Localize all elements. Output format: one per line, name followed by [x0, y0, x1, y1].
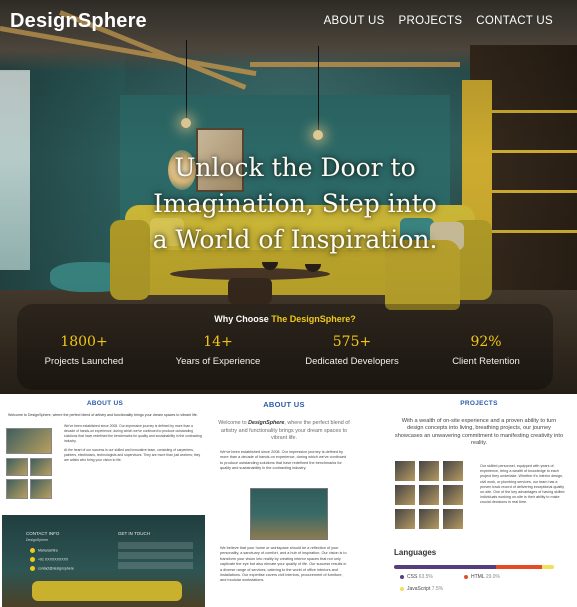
- about-brand: DesignSphere: [248, 420, 285, 426]
- about-us-intro: Welcome to DesignSphere, where the perfe…: [218, 420, 350, 442]
- about-preview-title: ABOUT US: [86, 400, 124, 407]
- stat-value: 575+: [332, 334, 372, 350]
- about-preview-body: We've been established since 2008. Our i…: [64, 424, 202, 443]
- project-thumbnail[interactable]: [418, 484, 440, 506]
- language-html[interactable]: HTML 29.0%: [464, 574, 500, 580]
- stat-developers: 575+ Dedicated Developers: [285, 334, 419, 367]
- location-icon: [30, 548, 35, 553]
- project-thumbnail[interactable]: [442, 460, 464, 482]
- headline-line: Imagination, Step into: [153, 189, 437, 218]
- preview-thumbnail[interactable]: [6, 458, 28, 476]
- languages-bar: [394, 565, 554, 569]
- about-us-title: ABOUT US: [263, 400, 305, 409]
- language-bar-segment: [541, 565, 554, 569]
- hero-headline: Unlock the Door to Imagination, Step int…: [145, 150, 445, 258]
- about-preview-body2: At the heart of our success is our skill…: [64, 448, 201, 462]
- contact-row-email: contact@designsphere: [30, 566, 74, 571]
- stat-label: Client Retention: [452, 356, 520, 367]
- nav-projects[interactable]: PROJECTS: [399, 15, 463, 27]
- html-dot: [464, 574, 468, 579]
- language-bar-segment: [394, 565, 496, 569]
- why-choose-heading: Why Choose The DesignSphere?: [17, 314, 553, 324]
- project-thumbnail[interactable]: [442, 484, 464, 506]
- project-thumbnail[interactable]: [394, 460, 416, 482]
- why-prefix: Why Choose: [214, 314, 269, 324]
- contact-row-phone: +91 XXXXXXXXXX: [30, 557, 68, 562]
- mail-icon: [30, 566, 35, 571]
- about-preview-text: We've been established since 2008. Our i…: [64, 424, 204, 463]
- get-in-touch-title: GET IN TOUCH: [118, 531, 151, 536]
- brand-logo[interactable]: DesignSphere: [10, 10, 147, 33]
- css-dot: [400, 574, 404, 579]
- stat-value: 1800+: [60, 334, 108, 350]
- why-brand: The DesignSphere?: [271, 314, 356, 324]
- stat-years: 14+ Years of Experience: [151, 334, 285, 367]
- about-preview-intro: Welcome to DesignSphere, where the perfe…: [8, 413, 198, 417]
- about-us-section: ABOUT US Welcome to DesignSphere, where …: [214, 400, 354, 607]
- projects-gallery: [394, 460, 464, 554]
- preview-thumbnail[interactable]: [30, 458, 52, 476]
- contact-row-location: Maharashtra: [30, 548, 58, 553]
- projects-description: Our skilled personnel, equipped with yea…: [480, 464, 565, 505]
- stat-label: Years of Experience: [175, 356, 261, 367]
- contact-info-subtitle: DesignSphere: [26, 538, 49, 542]
- project-thumbnail[interactable]: [418, 508, 440, 530]
- preview-thumbnail[interactable]: [30, 479, 52, 499]
- contact-info-title: CONTACT INFO: [26, 531, 60, 536]
- stat-value: 92%: [470, 334, 502, 350]
- project-thumbnail[interactable]: [418, 460, 440, 482]
- contact-message-field[interactable]: [118, 562, 193, 569]
- language-bar-segment: [495, 565, 542, 569]
- phone-icon: [30, 557, 35, 562]
- hero-section: DesignSphere ABOUT US PROJECTS CONTACT U…: [0, 0, 577, 394]
- nav-about-us[interactable]: ABOUT US: [324, 15, 385, 27]
- about-us-paragraph: We believe that your home or workspace s…: [220, 546, 347, 583]
- stat-projects: 1800+ Projects Launched: [17, 334, 151, 367]
- headline-line: Unlock the Door to: [174, 153, 416, 182]
- project-thumbnail[interactable]: [394, 508, 416, 530]
- language-javascript[interactable]: JavaScript 7.5%: [400, 586, 443, 592]
- stat-label: Dedicated Developers: [305, 356, 399, 367]
- stat-retention: 92% Client Retention: [419, 334, 553, 367]
- headline-line: a World of Inspiration.: [152, 225, 438, 254]
- main-nav: ABOUT US PROJECTS CONTACT US: [324, 15, 553, 27]
- preview-thumbnail[interactable]: [6, 479, 28, 499]
- languages-widget: Languages CSS 63.5% HTML 29.0% JavaScrip…: [394, 548, 572, 604]
- nav-contact-us[interactable]: CONTACT US: [476, 15, 553, 27]
- stats-panel: Why Choose The DesignSphere? 1800+ Proje…: [17, 304, 553, 390]
- stat-label: Projects Launched: [44, 356, 124, 367]
- language-css[interactable]: CSS 63.5%: [400, 574, 433, 580]
- about-us-photo: [250, 488, 328, 540]
- projects-intro: With a wealth of on-site experience and …: [394, 418, 564, 447]
- contact-background-sofa: [32, 581, 182, 601]
- contact-name-field[interactable]: [118, 542, 193, 549]
- project-thumbnail[interactable]: [442, 508, 464, 530]
- about-us-paragraph: We've been established since 2008. Our i…: [220, 450, 347, 471]
- projects-title: PROJECTS: [460, 400, 498, 407]
- project-thumbnail[interactable]: [394, 484, 416, 506]
- javascript-dot: [400, 586, 404, 591]
- languages-title: Languages: [394, 548, 437, 557]
- contact-preview: CONTACT INFO DesignSphere GET IN TOUCH M…: [2, 515, 205, 607]
- contact-email-field[interactable]: [118, 552, 193, 559]
- stat-value: 14+: [203, 334, 233, 350]
- preview-thumbnail[interactable]: [6, 428, 52, 454]
- projects-section: PROJECTS With a wealth of on-site experi…: [386, 400, 572, 607]
